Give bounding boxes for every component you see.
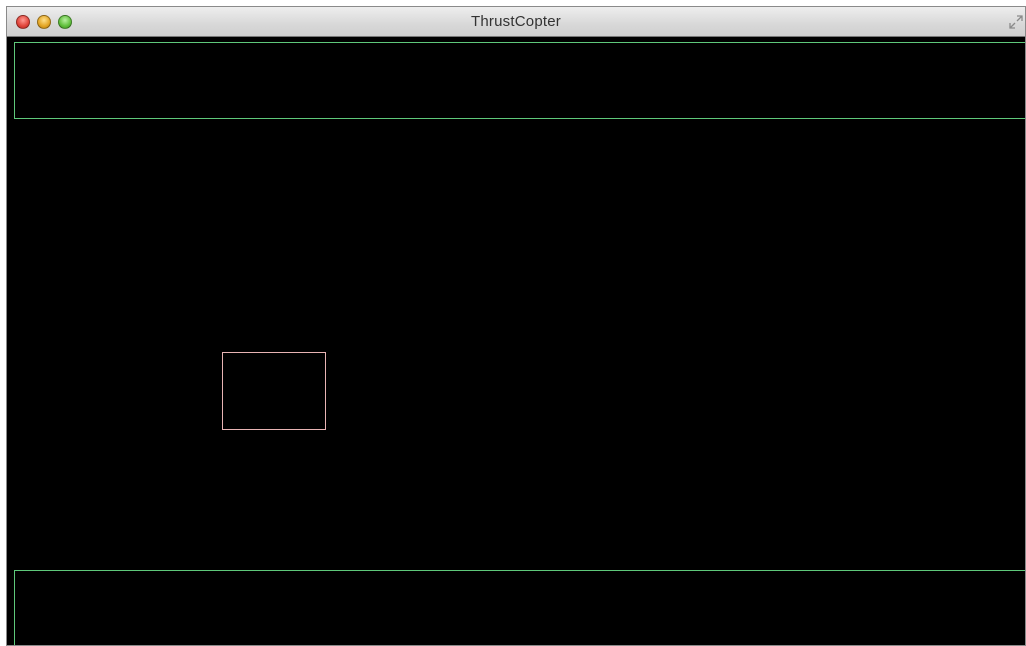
app-window: ThrustCopter (6, 6, 1026, 646)
fullscreen-icon[interactable] (1009, 15, 1023, 29)
game-canvas[interactable] (7, 37, 1025, 645)
window-title: ThrustCopter (471, 13, 561, 30)
bottom-obstacle (14, 570, 1025, 645)
player-copter (222, 352, 326, 430)
title-bar[interactable]: ThrustCopter (7, 7, 1025, 37)
top-obstacle (14, 42, 1025, 119)
